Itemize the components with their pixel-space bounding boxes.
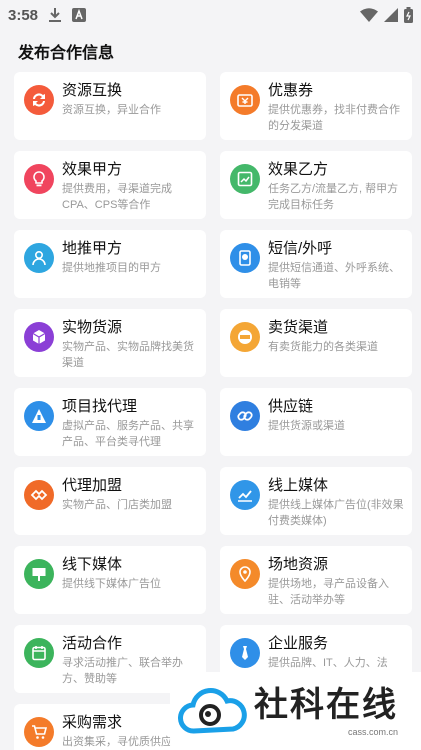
card-title: 线下媒体: [62, 556, 123, 573]
agent-icon: [24, 401, 54, 431]
card-desc: 提供地推项目的甲方: [62, 262, 161, 274]
card-desc: 有卖货能力的各类渠道: [268, 341, 378, 353]
card-title: 线上媒体: [268, 477, 329, 494]
card-ground-promo[interactable]: 地推甲方 提供地推项目的甲方: [14, 230, 206, 298]
card-title: 卖货渠道: [268, 319, 329, 336]
card-desc: 提供短信通道、外呼系统、电销等: [268, 262, 400, 290]
watermark: 社科在线 cass.com.cn: [170, 672, 421, 750]
card-title: 资源互换: [62, 82, 123, 99]
card-desc: 任务乙方/流量乙方, 帮甲方完成目标任务: [268, 183, 399, 211]
app-a-icon: [72, 8, 87, 22]
phone-chat-icon: [230, 243, 260, 273]
card-title: 采购需求: [62, 714, 123, 731]
handshake-icon: [24, 480, 54, 510]
card-title: 企业服务: [268, 635, 329, 652]
card-project-agent[interactable]: 项目找代理 虚拟产品、服务产品、共享产品、平台类寻代理: [14, 388, 206, 456]
card-title: 效果乙方: [268, 161, 329, 178]
card-resource-exchange[interactable]: 资源互换 资源互换，异业合作: [14, 72, 206, 140]
card-desc: 资源互换，异业合作: [62, 104, 161, 116]
exchange-icon: [24, 85, 54, 115]
card-online-media[interactable]: 线上媒体 提供线上媒体广告位(非效果付费类媒体): [220, 467, 412, 535]
card-coupon[interactable]: 优惠券 提供优惠券，找非付费合作的分发渠道: [220, 72, 412, 140]
card-title: 活动合作: [62, 635, 123, 652]
card-desc: 提供线下媒体广告位: [62, 578, 161, 590]
coupon-icon: [230, 85, 260, 115]
card-physical-goods[interactable]: 实物货源 实物产品、实物品牌找美货渠道: [14, 309, 206, 377]
link-icon: [230, 401, 260, 431]
card-sales-channel[interactable]: 卖货渠道 有卖货能力的各类渠道: [220, 309, 412, 377]
card-title: 代理加盟: [62, 477, 123, 494]
card-sms-call[interactable]: 短信/外呼 提供短信通道、外呼系统、电销等: [220, 230, 412, 298]
card-title: 实物货源: [62, 319, 123, 336]
card-desc: 虚拟产品、服务产品、共享产品、平台类寻代理: [62, 420, 194, 448]
card-franchise[interactable]: 代理加盟 实物产品、门店类加盟: [14, 467, 206, 535]
watermark-brand: 社科在线: [254, 685, 398, 725]
chart-card-icon: [230, 164, 260, 194]
person-icon: [24, 243, 54, 273]
line-chart-icon: [230, 480, 260, 510]
sale-tag-icon: [230, 322, 260, 352]
location-icon: [230, 559, 260, 589]
cart-icon: [24, 717, 54, 747]
signal-icon: [384, 8, 398, 22]
download-icon: [48, 7, 62, 23]
card-title: 效果甲方: [62, 161, 123, 178]
card-effect-party-b[interactable]: 效果乙方 任务乙方/流量乙方, 帮甲方完成目标任务: [220, 151, 412, 219]
card-title: 供应链: [268, 398, 314, 415]
card-desc: 提供场地，寻产品设备入驻、活动举办等: [268, 578, 389, 606]
card-desc: 实物产品、实物品牌找美货渠道: [62, 341, 194, 369]
card-title: 短信/外呼: [268, 240, 333, 257]
watermark-url: cass.com.cn: [347, 727, 398, 737]
lightbulb-icon: [24, 164, 54, 194]
card-desc: 提供费用，寻渠道完成CPA、CPS等合作: [62, 183, 172, 211]
status-time: 3:58: [8, 6, 39, 24]
calendar-icon: [24, 638, 54, 668]
tie-icon: [230, 638, 260, 668]
card-desc: 提供线上媒体广告位(非效果付费类媒体): [268, 499, 404, 527]
card-venue-resources[interactable]: 场地资源 提供场地，寻产品设备入驻、活动举办等: [220, 546, 412, 614]
card-desc: 提供优惠券，找非付费合作的分发渠道: [268, 104, 400, 132]
cube-icon: [24, 322, 54, 352]
cooperation-grid: 资源互换 资源互换，异业合作 优惠券 提供优惠券，找非付费合作的分发渠道 效果甲…: [0, 72, 421, 750]
card-title: 地推甲方: [62, 240, 123, 257]
status-bar: 3:58: [0, 0, 421, 30]
card-desc: 提供货源或渠道: [268, 420, 345, 432]
cloud-logo-icon: [178, 688, 247, 734]
card-title: 优惠券: [268, 82, 314, 99]
billboard-icon: [24, 559, 54, 589]
wifi-icon: [360, 8, 378, 22]
card-desc: 实物产品、门店类加盟: [62, 499, 172, 511]
card-desc: 出资集采，寻优质供应: [62, 736, 172, 748]
page-title: 发布合作信息: [18, 45, 115, 62]
card-title: 场地资源: [268, 556, 329, 573]
card-effect-party-a[interactable]: 效果甲方 提供费用，寻渠道完成CPA、CPS等合作: [14, 151, 206, 219]
card-title: 项目找代理: [62, 398, 138, 415]
battery-icon: [404, 7, 413, 23]
card-supply-chain[interactable]: 供应链 提供货源或渠道: [220, 388, 412, 456]
card-desc: 提供品牌、IT、人力、法: [268, 657, 388, 669]
card-offline-media[interactable]: 线下媒体 提供线下媒体广告位: [14, 546, 206, 614]
